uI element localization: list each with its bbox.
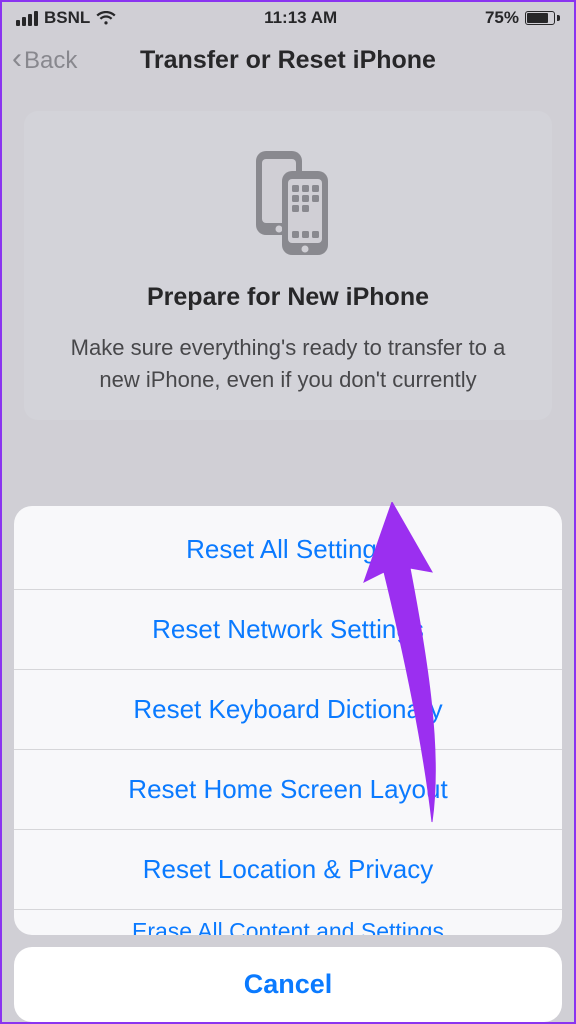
back-label: Back (24, 47, 77, 75)
nav-bar: ‹ Back Transfer or Reset iPhone (2, 32, 574, 93)
cancel-button[interactable]: Cancel (14, 947, 562, 1022)
status-time: 11:13 AM (264, 8, 337, 28)
status-bar: BSNL 11:13 AM 75% (2, 2, 574, 32)
devices-icon (50, 139, 526, 259)
action-sheet-container: Reset All Settings Reset Network Setting… (2, 506, 574, 1022)
signal-icon (16, 11, 38, 26)
back-button[interactable]: ‹ Back (12, 47, 77, 75)
erase-all-content-item[interactable]: Erase All Content and Settings (14, 909, 562, 935)
battery-percent: 75% (485, 8, 519, 28)
reset-keyboard-dictionary-item[interactable]: Reset Keyboard Dictionary (14, 669, 562, 749)
reset-location-privacy-item[interactable]: Reset Location & Privacy (14, 829, 562, 909)
screen-frame: BSNL 11:13 AM 75% ‹ Back Transfer or Res… (0, 0, 576, 1024)
card-body: Make sure everything's ready to transfer… (50, 332, 526, 396)
reset-network-settings-item[interactable]: Reset Network Settings (14, 589, 562, 669)
prepare-card: Prepare for New iPhone Make sure everyth… (24, 111, 552, 420)
battery-icon (525, 11, 560, 25)
page-title: Transfer or Reset iPhone (140, 46, 436, 75)
reset-home-screen-layout-item[interactable]: Reset Home Screen Layout (14, 749, 562, 829)
status-left: BSNL (16, 8, 116, 28)
action-sheet: Reset All Settings Reset Network Setting… (14, 506, 562, 935)
carrier-label: BSNL (44, 8, 90, 28)
reset-all-settings-item[interactable]: Reset All Settings (14, 506, 562, 589)
status-right: 75% (485, 8, 560, 28)
chevron-left-icon: ‹ (12, 44, 22, 74)
wifi-icon (96, 11, 116, 26)
card-title: Prepare for New iPhone (50, 283, 526, 312)
